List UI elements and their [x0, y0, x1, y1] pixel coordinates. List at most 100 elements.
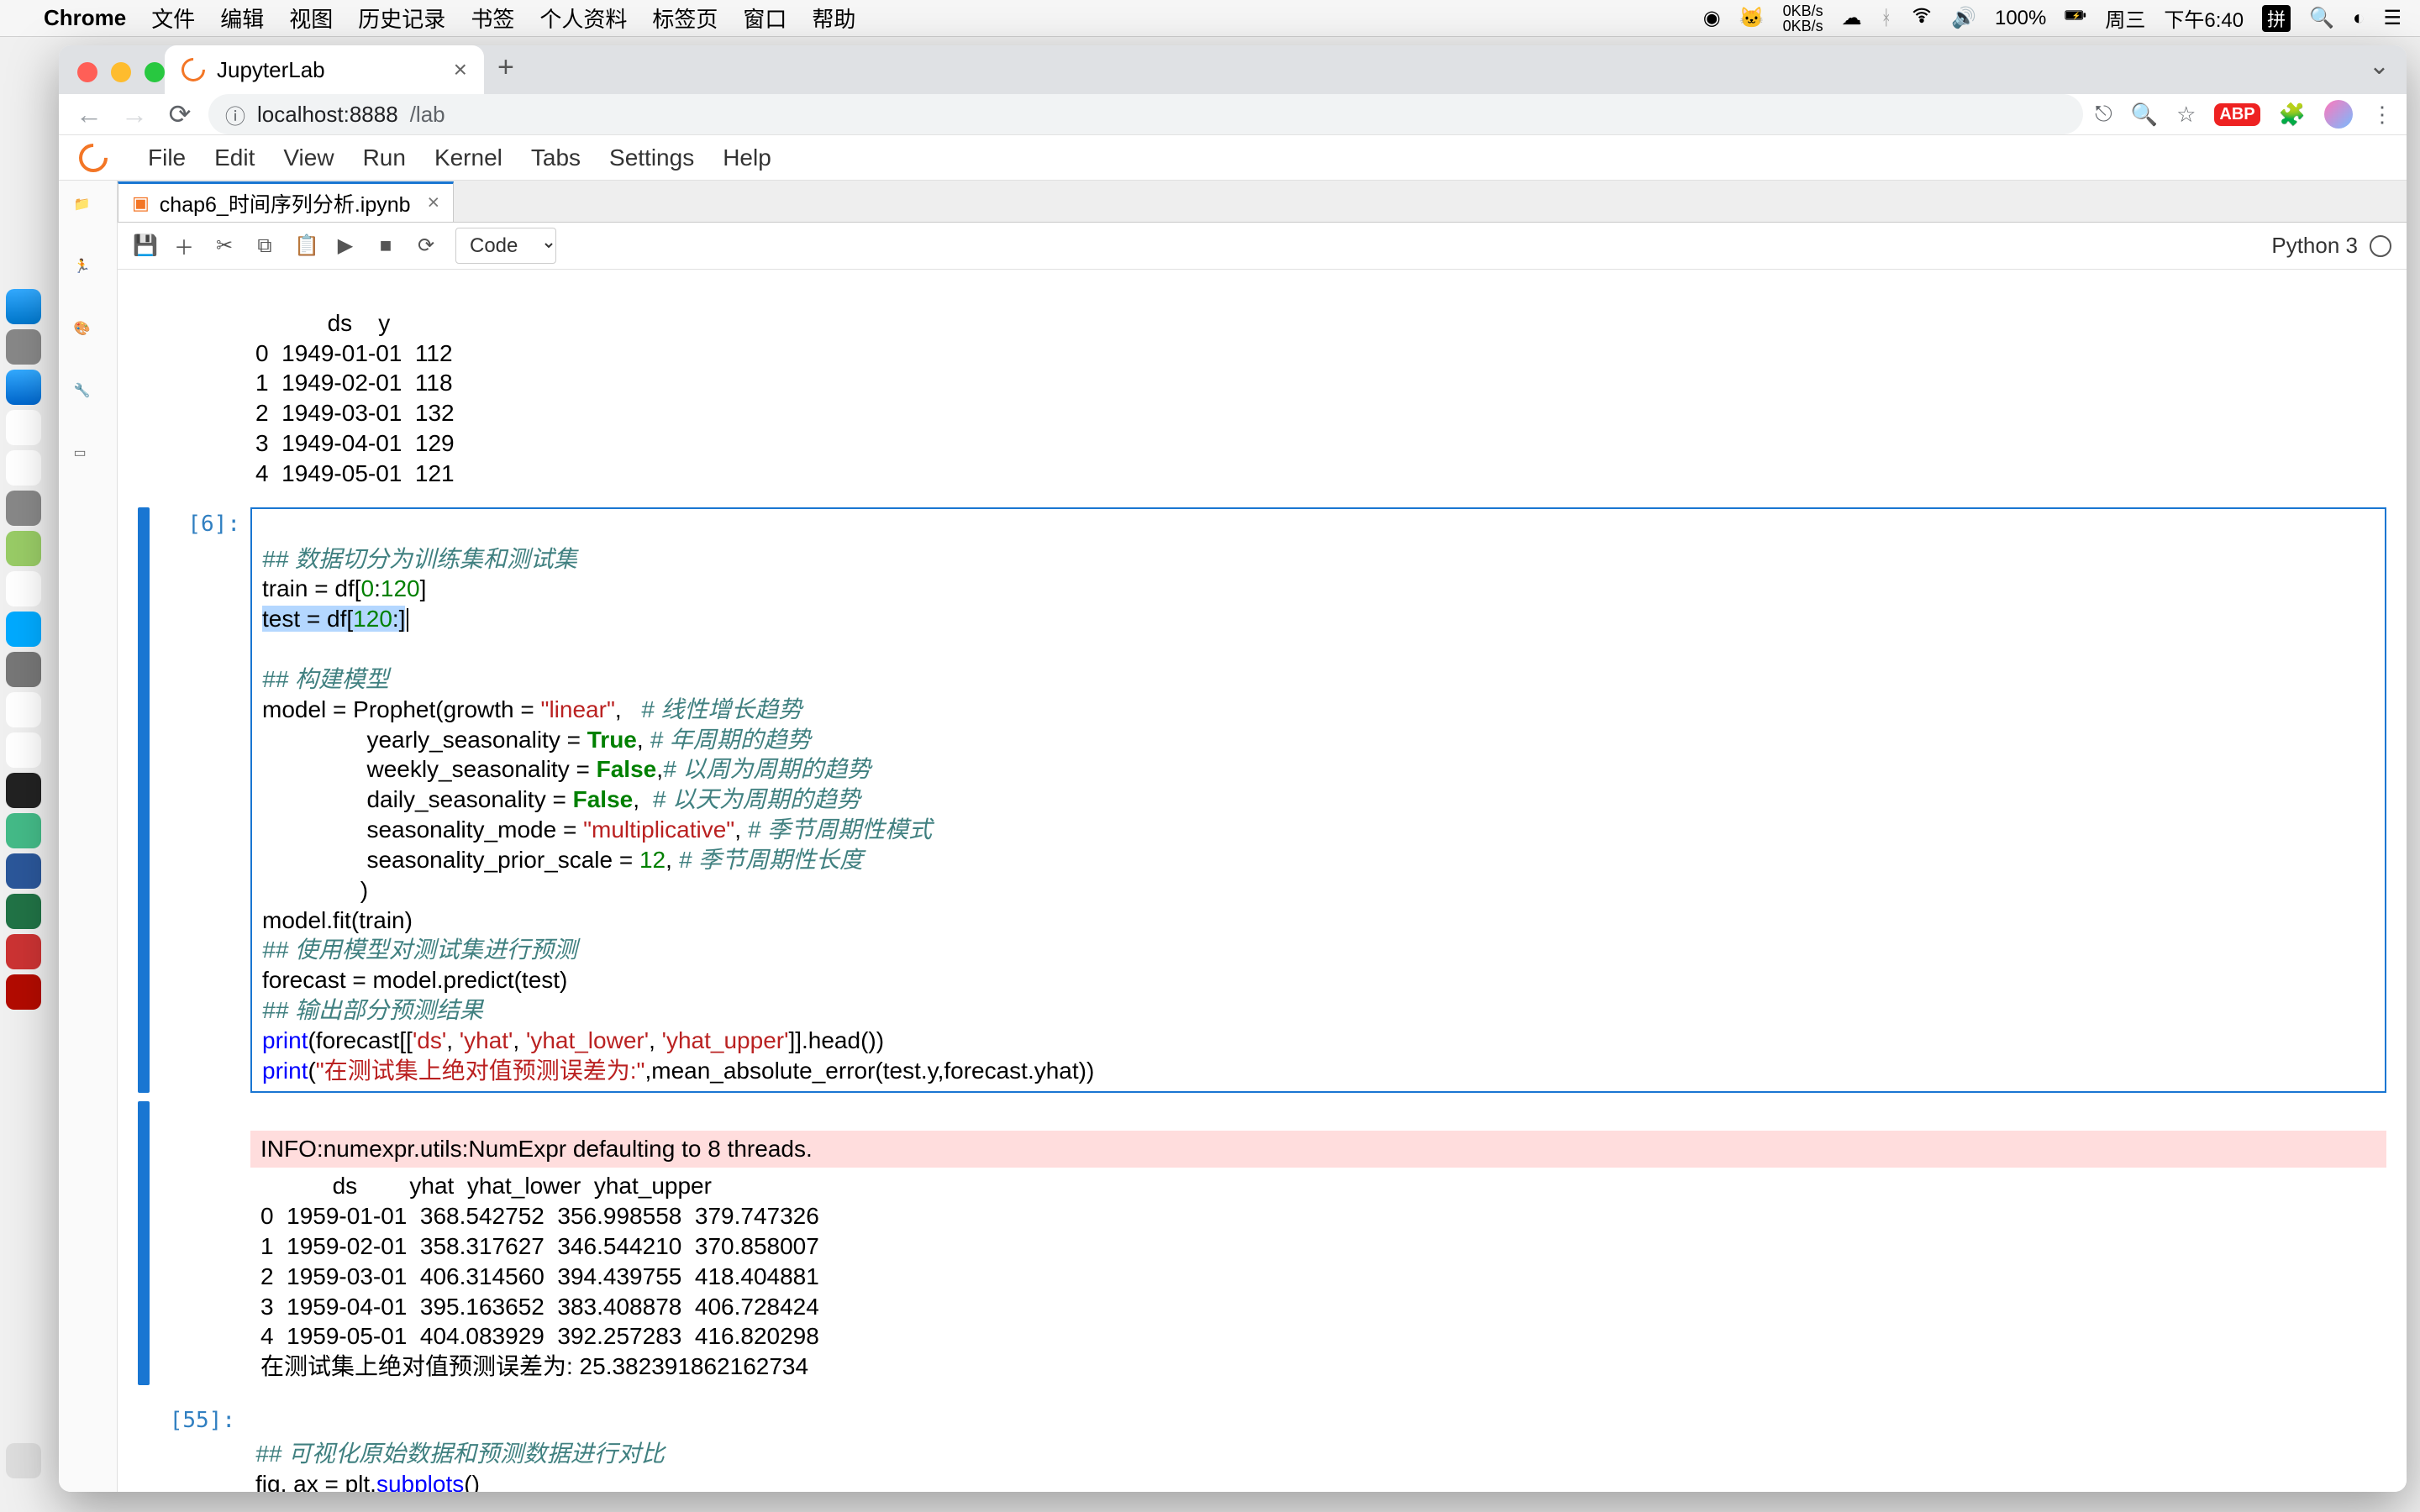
menu-bookmarks[interactable]: 书签: [471, 3, 514, 34]
jmenu-run[interactable]: Run: [363, 144, 406, 171]
notification-center-icon[interactable]: ☰: [2383, 6, 2402, 30]
celltype-select[interactable]: Code: [455, 228, 556, 264]
chrome-window: JupyterLab × + ⌄ ← → ⟳ ⓘ localhost:8888/…: [59, 45, 2407, 1492]
code-cell-55[interactable]: [55]: ## 可视化原始数据和预测数据进行对比 fig, ax = plt.…: [138, 1404, 2386, 1492]
output-prev: ds y 0 1949-01-01 112 1 1949-02-01 118 2…: [138, 275, 2386, 492]
dock-app-safari[interactable]: [6, 370, 41, 405]
dock-app-launchpad[interactable]: [6, 329, 41, 365]
cat-icon[interactable]: 🐱: [1739, 6, 1765, 30]
bookmark-star-icon[interactable]: ☆: [2176, 102, 2196, 128]
dock-app-excel[interactable]: [6, 894, 41, 929]
jupyter-sidebar: 📁 🏃 🎨 🔧 ▭: [59, 181, 118, 1492]
bluetooth-icon[interactable]: ᚼ: [1881, 7, 1892, 30]
menu-view[interactable]: 视图: [289, 3, 333, 34]
code-cell-6[interactable]: [6]: ## 数据切分为训练集和测试集 train = df[0:120] t…: [138, 507, 2386, 1093]
jmenu-edit[interactable]: Edit: [214, 144, 255, 171]
filebrowser-icon[interactable]: 📁: [74, 196, 103, 224]
build-icon[interactable]: 🔧: [74, 382, 103, 411]
dock-app-acrobat[interactable]: [6, 974, 41, 1010]
extensions-icon[interactable]: 🧩: [2279, 102, 2306, 128]
clock[interactable]: 下午6:40: [2164, 3, 2244, 33]
restart-icon[interactable]: ⟳: [415, 234, 437, 258]
dock-app-skim[interactable]: [6, 934, 41, 969]
dock-app-sysprefs[interactable]: [6, 652, 41, 687]
jmenu-settings[interactable]: Settings: [609, 144, 694, 171]
profile-avatar[interactable]: [2324, 100, 2353, 129]
run-icon[interactable]: ▶: [334, 234, 356, 258]
ime-indicator[interactable]: 拼: [2262, 5, 2291, 32]
jmenu-tabs[interactable]: Tabs: [531, 144, 581, 171]
app-name[interactable]: Chrome: [44, 5, 126, 31]
minimize-window-button[interactable]: [111, 62, 131, 82]
jmenu-view[interactable]: View: [283, 144, 334, 171]
battery-pct: 100%: [1995, 7, 2046, 30]
menu-window[interactable]: 窗口: [743, 3, 786, 34]
jmenu-file[interactable]: File: [148, 144, 186, 171]
notebook-toolbar: 💾 ＋ ✂ ⧉ 📋 ▶ ■ ⟳ Code Python 3: [118, 223, 2407, 270]
menu-tabs[interactable]: 标签页: [652, 3, 718, 34]
dock-app-chrome[interactable]: [6, 692, 41, 727]
volume-icon[interactable]: 🔊: [1951, 6, 1976, 30]
stop-icon[interactable]: ■: [375, 234, 397, 258]
menu-profiles[interactable]: 个人资料: [539, 3, 627, 34]
spotlight-icon[interactable]: 🔍: [2309, 6, 2334, 30]
kernel-name[interactable]: Python 3: [2271, 233, 2358, 259]
jmenu-help[interactable]: Help: [723, 144, 771, 171]
sync-icon[interactable]: ☁: [1842, 6, 1862, 30]
menu-help[interactable]: 帮助: [812, 3, 855, 34]
copy-icon[interactable]: ⧉: [254, 234, 276, 258]
menu-edit[interactable]: 编辑: [220, 3, 264, 34]
running-icon[interactable]: 🏃: [74, 258, 103, 286]
browser-tab[interactable]: JupyterLab ×: [165, 45, 484, 94]
kernel-status-icon[interactable]: [2370, 235, 2391, 257]
code-editor[interactable]: ## 可视化原始数据和预测数据进行对比 fig, ax = plt.subplo…: [245, 1404, 2386, 1492]
close-window-button[interactable]: [77, 62, 97, 82]
dock-app-settings[interactable]: [6, 491, 41, 526]
wifi-icon[interactable]: [1911, 4, 1933, 32]
save-icon[interactable]: 💾: [133, 234, 155, 258]
zoom-icon[interactable]: 🔍: [2131, 102, 2158, 128]
cell-collapser[interactable]: [138, 507, 150, 1093]
notebook-tab[interactable]: ▣ chap6_时间序列分析.ipynb ×: [118, 181, 454, 222]
menu-history[interactable]: 历史记录: [358, 3, 445, 34]
menu-file[interactable]: 文件: [151, 3, 195, 34]
address-bar[interactable]: ⓘ localhost:8888/lab: [208, 94, 2083, 134]
dock-app-mail[interactable]: [6, 410, 41, 445]
site-info-icon[interactable]: ⓘ: [225, 100, 245, 129]
battery-icon[interactable]: ⚡: [2065, 4, 2086, 32]
code-editor[interactable]: ## 数据切分为训练集和测试集 train = df[0:120] test =…: [250, 507, 2386, 1093]
dock-app-maps[interactable]: [6, 531, 41, 566]
paste-icon[interactable]: 📋: [294, 234, 316, 258]
reload-button[interactable]: ⟳: [163, 98, 197, 130]
cut-icon[interactable]: ✂: [213, 234, 235, 258]
dock-app-calendar[interactable]: [6, 450, 41, 486]
siri-icon[interactable]: ◐: [2353, 7, 2365, 30]
jupyter-favicon-icon: [176, 53, 210, 87]
dock-app-word[interactable]: [6, 853, 41, 889]
adblock-extension-icon[interactable]: ABP: [2214, 103, 2260, 126]
back-button[interactable]: ←: [72, 99, 106, 130]
dock-app-qq[interactable]: [6, 732, 41, 768]
dock-app-finder[interactable]: [6, 289, 41, 324]
output-collapser[interactable]: [138, 1101, 150, 1385]
date-day[interactable]: 周三: [2105, 3, 2145, 33]
chrome-menu-icon[interactable]: ⋮: [2371, 102, 2393, 128]
dock-app-photos[interactable]: [6, 571, 41, 606]
notebook-area[interactable]: ds y 0 1949-01-01 112 1 1949-02-01 118 2…: [118, 270, 2407, 1492]
fullscreen-window-button[interactable]: [145, 62, 165, 82]
translate-icon[interactable]: ⎋: [2095, 101, 2112, 128]
close-notebook-tab-icon[interactable]: ×: [428, 191, 440, 215]
dock-trash[interactable]: [6, 1443, 41, 1478]
cell-prompt: [55]:: [153, 1404, 245, 1492]
jmenu-kernel[interactable]: Kernel: [434, 144, 502, 171]
dock-app-appstore[interactable]: [6, 612, 41, 647]
dock-app-terminal[interactable]: [6, 773, 41, 808]
insert-cell-icon[interactable]: ＋: [173, 231, 195, 260]
commands-icon[interactable]: 🎨: [74, 320, 103, 349]
dock-app-rstudio[interactable]: [6, 813, 41, 848]
close-tab-icon[interactable]: ×: [454, 56, 467, 83]
tab-search-icon[interactable]: ⌄: [2369, 51, 2390, 81]
screenrec-icon[interactable]: ◉: [1703, 6, 1721, 30]
new-tab-button[interactable]: +: [497, 51, 514, 84]
tabs-icon[interactable]: ▭: [74, 444, 103, 473]
